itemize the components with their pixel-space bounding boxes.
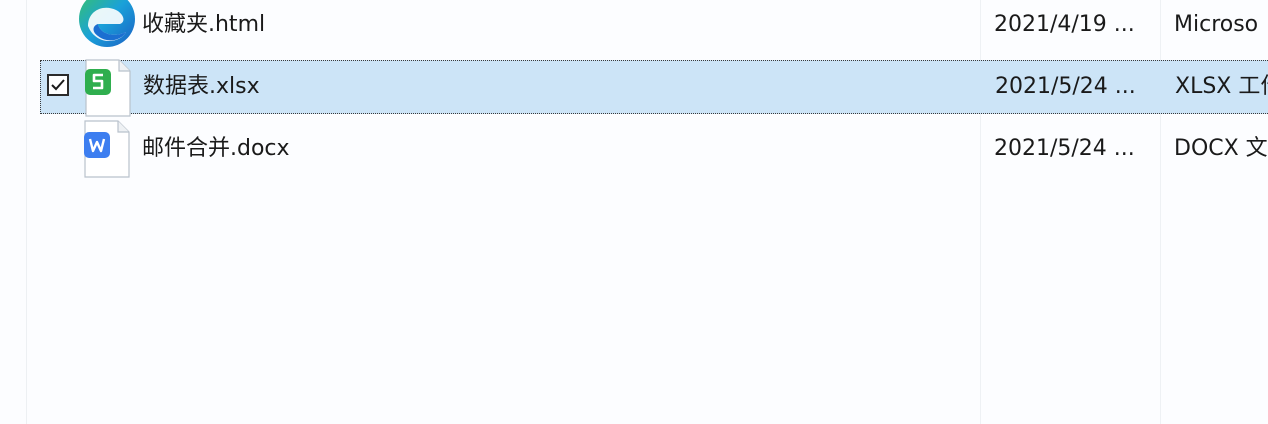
- edge-browser-icon: [79, 0, 135, 47]
- file-row-spreadsheet[interactable]: 数据表.xlsx 2021/5/24 ... XLSX 工作: [40, 59, 1268, 117]
- file-row-favorites[interactable]: 收藏夹.html 2021/4/19 ... Microso: [40, 0, 1268, 52]
- wps-spreadsheet-icon: [85, 59, 131, 117]
- file-type: DOCX 文: [1174, 136, 1268, 161]
- file-row-document[interactable]: 邮件合并.docx 2021/5/24 ... DOCX 文: [40, 120, 1268, 178]
- file-type: XLSX 工作: [1175, 74, 1268, 99]
- wps-writer-icon: [84, 120, 130, 178]
- file-name[interactable]: 收藏夹.html: [142, 10, 265, 40]
- row-checkbox[interactable]: [47, 74, 69, 96]
- file-date: 2021/5/24 ...: [995, 74, 1136, 99]
- file-date: 2021/4/19 ...: [994, 12, 1135, 37]
- checkmark-icon: [51, 79, 65, 91]
- file-date: 2021/5/24 ...: [994, 136, 1135, 161]
- file-type: Microso: [1174, 12, 1259, 37]
- file-list-pane: 收藏夹.html 2021/4/19 ... Microso 数据表.xlsx …: [0, 0, 1268, 424]
- file-name[interactable]: 数据表.xlsx: [143, 72, 260, 102]
- pane-left-border: [26, 0, 27, 424]
- file-name[interactable]: 邮件合并.docx: [142, 134, 290, 164]
